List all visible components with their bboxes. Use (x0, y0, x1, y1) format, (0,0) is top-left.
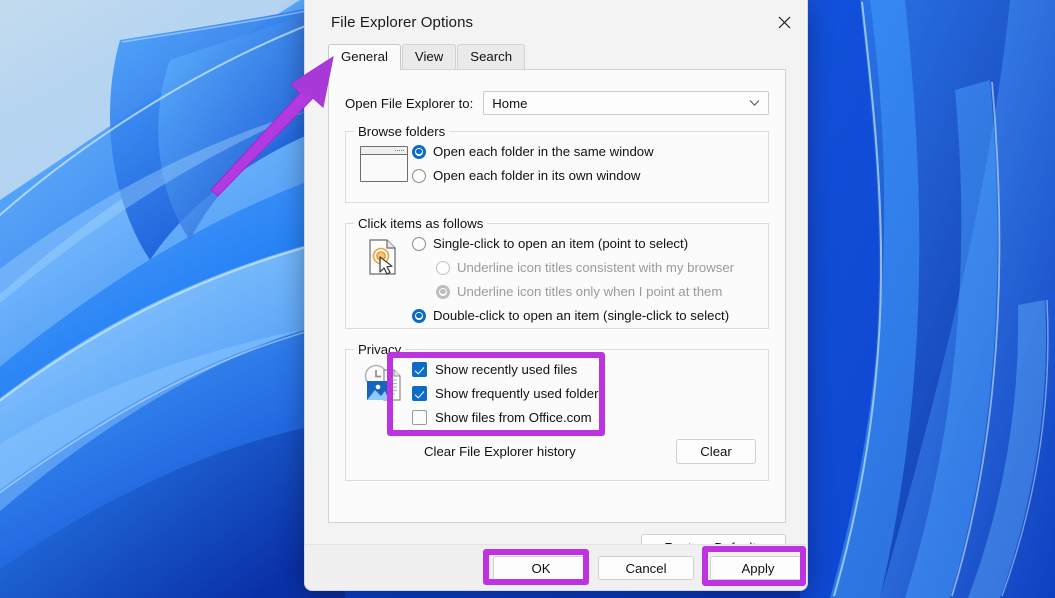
browse-folders-legend: Browse folders (354, 124, 450, 139)
checkbox-show-recently-used-files[interactable]: Show recently used files (412, 362, 758, 377)
chevron-down-icon (749, 100, 760, 106)
close-icon (778, 16, 790, 28)
radio-underline-on-point: Underline icon titles only when I point … (436, 284, 758, 299)
click-items-group: Click items as follows Single-click to o… (345, 216, 769, 329)
checkbox-show-files-from-office-indicator (412, 410, 427, 425)
open-file-explorer-to-value: Home (492, 95, 528, 111)
open-file-explorer-to-row: Open File Explorer to: Home (329, 70, 785, 115)
window-icon (356, 142, 412, 183)
browse-folders-group: Browse folders Open each folder in the s… (345, 124, 769, 203)
clear-history-row: Clear File Explorer history Clear (412, 439, 758, 464)
open-file-explorer-to-select[interactable]: Home (483, 91, 769, 115)
radio-underline-consistent: Underline icon titles consistent with my… (436, 260, 758, 275)
radio-underline-consistent-label: Underline icon titles consistent with my… (457, 260, 735, 275)
radio-own-window-label: Open each folder in its own window (433, 168, 641, 183)
dialog-title: File Explorer Options (331, 13, 474, 31)
radio-double-click-label: Double-click to open an item (single-cli… (433, 308, 730, 323)
checkbox-show-frequently-used-folders-label: Show frequently used folders (435, 386, 606, 401)
radio-same-window-indicator (412, 144, 426, 159)
tab-view[interactable]: View (401, 44, 457, 69)
close-button[interactable] (761, 0, 807, 44)
dialog-titlebar: File Explorer Options (305, 0, 807, 44)
radio-single-click[interactable]: Single-click to open an item (point to s… (412, 236, 758, 251)
checkbox-show-recently-used-files-label: Show recently used files (435, 362, 578, 377)
radio-underline-on-point-indicator (436, 284, 450, 299)
radio-single-click-indicator (412, 236, 426, 251)
file-explorer-options-dialog: File Explorer Options General View Searc… (304, 0, 808, 591)
radio-single-click-label: Single-click to open an item (point to s… (433, 236, 689, 251)
document-pointer-icon-art (369, 239, 396, 275)
radio-same-window-label: Open each folder in the same window (433, 144, 654, 159)
tab-general[interactable]: General (328, 44, 401, 70)
apply-button[interactable]: Apply (710, 556, 806, 580)
open-file-explorer-to-label: Open File Explorer to: (345, 95, 474, 111)
checkbox-show-files-from-office[interactable]: Show files from Office.com (412, 410, 758, 425)
recent-files-icon-art (364, 364, 401, 401)
privacy-group: Privacy Show recently used files Show fr… (345, 342, 769, 481)
checkbox-show-files-from-office-label: Show files from Office.com (435, 410, 592, 425)
document-pointer-icon (356, 234, 412, 323)
radio-underline-on-point-label: Underline icon titles only when I point … (457, 284, 723, 299)
radio-double-click[interactable]: Double-click to open an item (single-cli… (412, 308, 758, 323)
dialog-footer: OK Cancel Apply (305, 544, 807, 590)
clear-history-label: Clear File Explorer history (424, 444, 576, 459)
click-items-legend: Click items as follows (354, 216, 488, 231)
privacy-legend: Privacy (354, 342, 406, 357)
checkbox-show-recently-used-files-indicator (412, 362, 427, 377)
radio-same-window[interactable]: Open each folder in the same window (412, 144, 758, 159)
general-tab-page: Open File Explorer to: Home Browse folde… (328, 69, 786, 523)
radio-underline-consistent-indicator (436, 260, 450, 275)
radio-double-click-indicator (412, 308, 426, 323)
radio-own-window[interactable]: Open each folder in its own window (412, 168, 758, 183)
ok-button[interactable]: OK (493, 556, 589, 580)
tab-strip: General View Search (305, 44, 807, 70)
checkbox-show-frequently-used-folders[interactable]: Show frequently used folders (412, 386, 758, 401)
clear-button[interactable]: Clear (676, 439, 756, 464)
recent-files-icon (356, 360, 412, 464)
checkbox-show-frequently-used-folders-indicator (412, 386, 427, 401)
tab-search[interactable]: Search (457, 44, 526, 69)
cancel-button[interactable]: Cancel (598, 556, 694, 580)
radio-own-window-indicator (412, 168, 426, 183)
